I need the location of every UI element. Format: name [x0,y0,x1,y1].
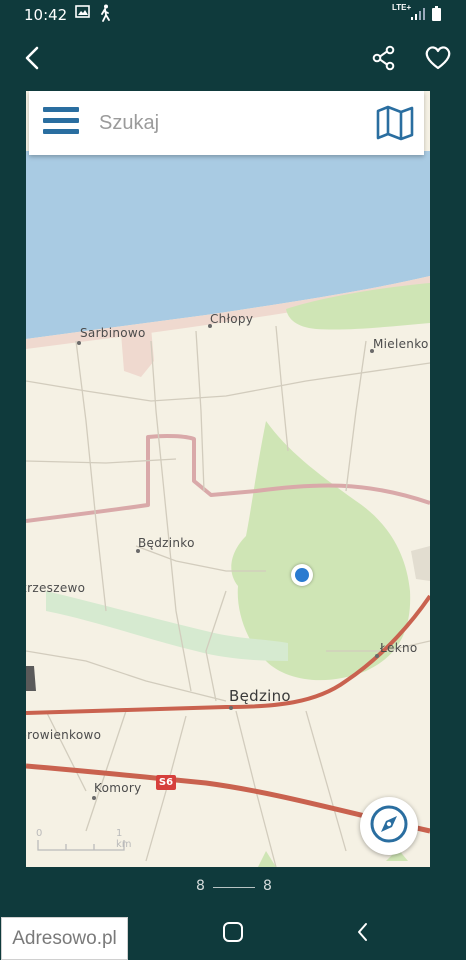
favorite-button[interactable] [418,40,458,80]
back-arrow-icon [23,45,41,76]
search-input[interactable]: Szukaj [99,112,159,135]
battery-icon [432,6,441,25]
pager-current: 8 [196,878,205,894]
place-label-lekno: Łekno [380,641,418,655]
share-button[interactable] [364,40,404,80]
place-dot [229,706,233,710]
status-bar: 10:42 LTE+ [0,0,466,30]
place-dot [77,341,81,345]
share-icon [371,45,397,76]
walking-icon [98,4,112,26]
back-button[interactable] [12,40,52,80]
top-app-bar [0,30,466,90]
system-back-button[interactable] [355,921,369,948]
compass-button[interactable] [360,797,418,855]
hamburger-menu-icon[interactable] [43,107,79,139]
pager-divider [213,887,255,888]
place-label-sarbinowo: Sarbinowo [80,326,146,340]
scale-zero: 0 [36,828,43,839]
watermark: Adresowo.pl [1,917,128,960]
place-label-chlopy: Chłopy [210,312,254,326]
place-dot [92,796,96,800]
map-canvas [26,91,430,867]
map-scale: 0 1 km [36,828,132,852]
pager-total: 8 [263,878,272,894]
map-image[interactable]: Szukaj Sarbinowo Chłopy Mielenko Będzink… [26,91,430,867]
status-time: 10:42 [24,6,68,24]
image-pager: 8 8 [0,878,466,898]
place-label-bedzino: Będzino [229,687,291,705]
signal-icon [410,7,426,25]
screen: 10:42 LTE+ Szukaj Sarbinowo Chłopy Miele… [0,0,466,960]
gallery-notification-icon [75,4,91,24]
location-pin[interactable] [291,564,313,586]
road-shield: S6 [156,775,176,790]
network-type: LTE+ [392,3,412,12]
place-label-mielenko: Mielenko [373,337,429,351]
place-dot [375,654,379,658]
place-label-bedzinko: Będzinko [138,536,195,550]
heart-outline-icon [424,45,452,76]
place-label-dobrowienkowo: Dobrowienkowo [26,728,102,742]
compass-icon [369,804,409,849]
folded-map-icon[interactable] [376,105,414,141]
home-button[interactable] [222,921,244,948]
place-label-komory: Komory [94,781,142,795]
map-search-bar: Szukaj [29,91,424,155]
place-label-skrzeszewo: Skrzeszewo [26,581,86,595]
